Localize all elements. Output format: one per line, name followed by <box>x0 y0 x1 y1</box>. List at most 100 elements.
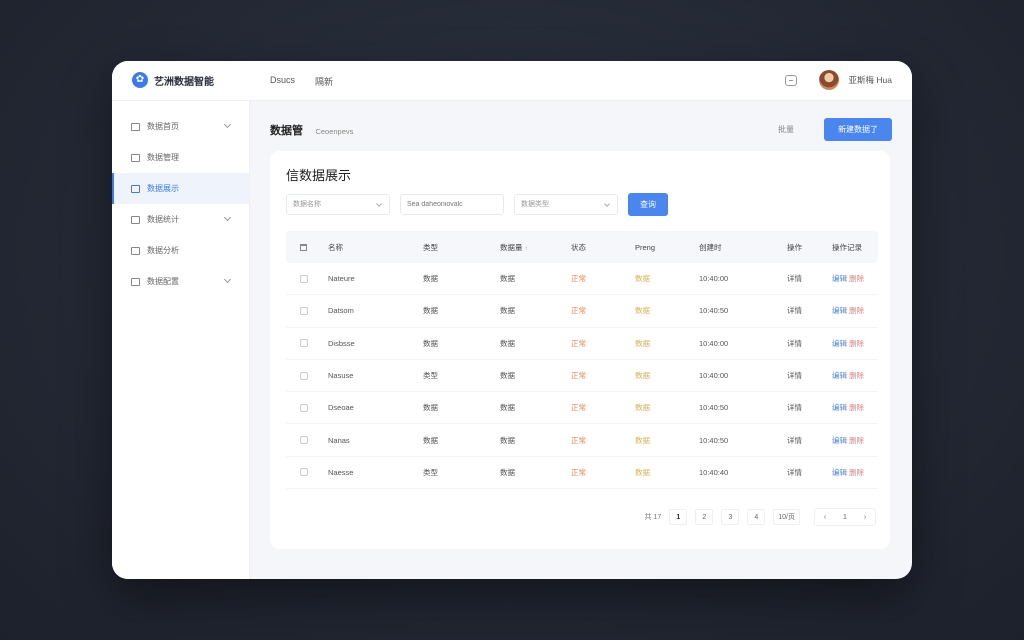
row-op[interactable]: 详情 <box>787 467 832 478</box>
row-type: 类型 <box>423 371 438 381</box>
delete-link[interactable]: 删除 <box>849 403 864 412</box>
top-nav-item-2[interactable]: 隔新 <box>315 75 333 88</box>
row-checkbox[interactable] <box>300 306 308 315</box>
edit-link[interactable]: 编辑 <box>832 339 847 348</box>
col-header-time[interactable]: 创建时 <box>699 242 787 253</box>
table-row[interactable]: Naesse 类型 数据 正常 数据 10:40:40 详情 编辑 删除 <box>286 457 878 490</box>
search-button[interactable]: 查询 <box>628 193 668 216</box>
delete-link[interactable]: 删除 <box>849 436 864 445</box>
row-op[interactable]: 详情 <box>787 370 832 381</box>
notification-icon[interactable] <box>784 74 797 86</box>
table-row[interactable]: Dseoae 数据 数据 正常 数据 10:40:50 详情 编辑 删除 <box>286 392 878 425</box>
row-count: 数据 <box>500 371 515 381</box>
row-count: 数据 <box>500 435 515 445</box>
row-checkbox[interactable] <box>300 371 308 380</box>
chevron-down-icon <box>604 201 610 207</box>
row-op[interactable]: 详情 <box>787 402 832 413</box>
table-row[interactable]: Disbsse 数据 数据 正常 数据 10:40:00 详情 编辑 删除 <box>286 328 878 360</box>
sidebar-item-label: 数据分析 <box>147 246 179 255</box>
edit-link[interactable]: 编辑 <box>832 436 847 445</box>
row-name: Naesse <box>328 467 354 477</box>
table-row[interactable]: Nanas 数据 数据 正常 数据 10:40:50 详情 编辑 删除 <box>286 424 878 457</box>
row-count: 数据 <box>500 403 515 413</box>
sidebar-item-label: 数据展示 <box>147 184 179 193</box>
delete-link[interactable]: 删除 <box>849 306 864 315</box>
top-nav-item-1[interactable]: Dsucs <box>270 75 295 88</box>
edit-link[interactable]: 编辑 <box>832 274 847 283</box>
columns-icon[interactable] <box>300 243 307 251</box>
status-badge: 正常 <box>571 274 586 284</box>
sidebar-item-label: 数据统计 <box>147 215 179 224</box>
dashboard-icon <box>131 122 140 131</box>
delete-link[interactable]: 删除 <box>849 339 864 348</box>
tag-badge: 数据 <box>635 274 650 284</box>
logo-icon: ✿ <box>132 72 148 88</box>
next-page-button[interactable]: › <box>855 509 875 525</box>
sidebar-item-analysis[interactable]: 数据分析 <box>112 235 249 266</box>
col-header-type[interactable]: 类型 <box>423 242 500 253</box>
create-button[interactable]: 新建数据了 <box>824 118 892 141</box>
type-filter-select[interactable]: 数据类型 <box>514 194 618 215</box>
brand[interactable]: ✿ 艺洲数据智能 <box>132 72 214 88</box>
search-input[interactable] <box>400 194 504 215</box>
edit-link[interactable]: 编辑 <box>832 403 847 412</box>
status-badge: 正常 <box>571 467 586 477</box>
row-op[interactable]: 详情 <box>787 273 832 284</box>
sort-icon[interactable]: ↑ <box>525 246 528 252</box>
table-row[interactable]: Datsom 数据 数据 正常 数据 10:40:50 详情 编辑 删除 <box>286 295 878 328</box>
page-4[interactable]: 4 <box>747 509 766 525</box>
page-jump[interactable]: 1 <box>835 509 855 525</box>
col-header-name[interactable]: 名称 <box>328 242 423 253</box>
row-op[interactable]: 详情 <box>787 435 832 446</box>
sidebar-item-home[interactable]: 数据首页 <box>112 111 249 142</box>
edit-link[interactable]: 编辑 <box>832 306 847 315</box>
delete-link[interactable]: 删除 <box>849 371 864 380</box>
tag-badge: 数据 <box>635 435 650 445</box>
type-filter-label: 数据类型 <box>521 201 549 208</box>
page-2[interactable]: 2 <box>695 509 714 525</box>
name-filter-select[interactable]: 数据名称 <box>286 194 390 215</box>
col-header-status[interactable]: 状态 <box>571 242 635 253</box>
delete-link[interactable]: 删除 <box>849 468 864 477</box>
sidebar-item-config[interactable]: 数据配置 <box>112 266 249 297</box>
edit-link[interactable]: 编辑 <box>832 468 847 477</box>
table-row[interactable]: Nasuse 类型 数据 正常 数据 10:40:00 详情 编辑 删除 <box>286 360 878 393</box>
row-op[interactable]: 详情 <box>787 338 832 349</box>
avatar[interactable] <box>818 70 839 90</box>
breadcrumb[interactable]: Ceoenpevs <box>315 127 353 136</box>
batch-button[interactable]: 批量 <box>764 120 808 139</box>
page-1[interactable]: 1 <box>669 509 688 525</box>
status-badge: 正常 <box>571 435 586 445</box>
col-header-actions: 操作记录 <box>832 242 862 252</box>
table-row[interactable]: Nateure 数据 数据 正常 数据 10:40:00 详情 编辑 删除 <box>286 263 878 296</box>
col-header-tag[interactable]: Preng <box>635 243 699 252</box>
col-header-op[interactable]: 操作 <box>787 242 832 253</box>
row-op[interactable]: 详情 <box>787 305 832 316</box>
card-title: 信数据展示 <box>286 168 352 183</box>
user-name[interactable]: 亚斯梅 Hua <box>849 74 892 86</box>
sidebar-item-display[interactable]: 数据展示 <box>112 173 249 204</box>
row-type: 数据 <box>423 435 438 445</box>
prev-page-button[interactable]: ‹ <box>815 509 835 525</box>
edit-link[interactable]: 编辑 <box>832 371 847 380</box>
row-checkbox[interactable] <box>300 339 308 348</box>
sidebar-item-stats[interactable]: 数据统计 <box>112 204 249 235</box>
sidebar-item-manage[interactable]: 数据管理 <box>112 142 249 173</box>
tag-badge: 数据 <box>635 403 650 413</box>
row-checkbox[interactable] <box>300 436 308 445</box>
row-checkbox[interactable] <box>300 403 308 412</box>
header-actions: 批量 新建数据了 <box>764 118 892 141</box>
row-time: 10:40:50 <box>699 306 729 316</box>
col-header-count-label: 数据量 <box>500 242 523 252</box>
brand-name: 艺洲数据智能 <box>154 76 214 88</box>
row-checkbox[interactable] <box>300 468 308 477</box>
page-size-select[interactable]: 10/页 <box>773 509 800 525</box>
row-time: 10:40:00 <box>699 371 729 381</box>
col-header-count[interactable]: 数据量 ↑ <box>500 242 571 253</box>
delete-link[interactable]: 删除 <box>849 274 864 283</box>
row-type: 数据 <box>423 306 438 316</box>
row-checkbox[interactable] <box>300 274 308 283</box>
page-3[interactable]: 3 <box>721 509 740 525</box>
row-count: 数据 <box>500 338 515 348</box>
app-window: ✿ 艺洲数据智能 Dsucs 隔新 亚斯梅 Hua 数据首页 数据管理 数据展示 <box>112 61 912 579</box>
